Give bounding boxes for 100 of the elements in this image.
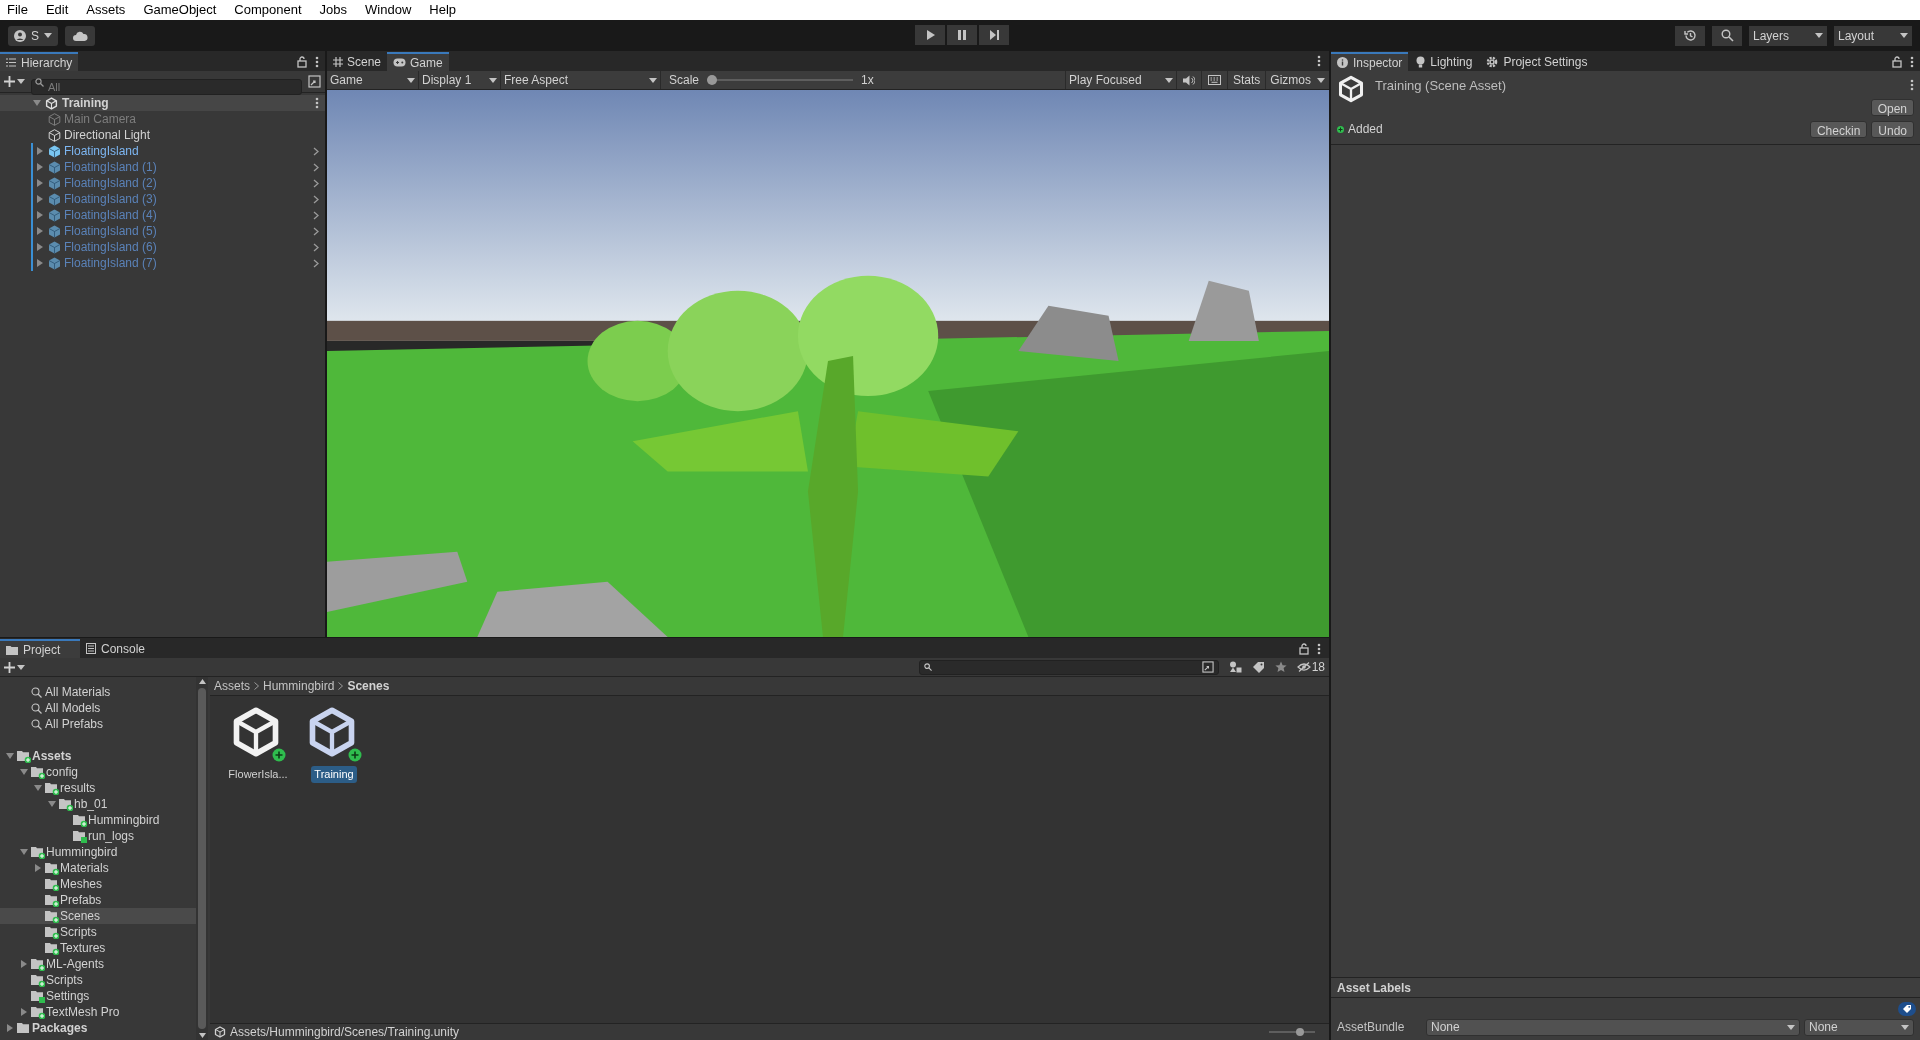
history-button[interactable] [1675,25,1705,46]
search-field[interactable] [918,659,1219,675]
favorite-search-item[interactable]: All Models [0,700,196,716]
project-folder-item[interactable]: Scripts [0,924,196,940]
dropdown-caret-icon [1901,1024,1909,1030]
star-icon[interactable] [1274,661,1287,673]
pause-button[interactable] [947,25,977,45]
project-folder-item[interactable]: Meshes [0,876,196,892]
vcs-button[interactable]: Checkin [1809,120,1868,138]
favorite-search-item[interactable]: All Materials [0,684,196,700]
expand-arrow-icon[interactable] [20,960,28,968]
menu-item[interactable]: File [7,0,28,20]
favorite-search-item[interactable]: All Prefabs [0,716,196,732]
breadcrumb-link[interactable]: Hummingbird [263,677,335,695]
open-button[interactable]: Open [1870,99,1914,116]
hidden-packages-toggle[interactable]: 18 [1296,658,1325,676]
more-options-icon[interactable] [1910,79,1914,91]
scene-search-icon[interactable] [1201,661,1214,673]
project-folder-item[interactable]: hb_01 [0,796,196,812]
aspect-dropdown[interactable]: Free Aspect [501,71,661,89]
project-folder-item[interactable]: run_logs [0,828,196,844]
lock-icon[interactable] [297,55,307,68]
project-folder-item[interactable]: ML-Agents [0,956,196,972]
breadcrumb-link[interactable]: Assets [214,677,250,695]
asset-name[interactable]: FlowerIsla... [225,766,291,783]
search-button[interactable] [1712,25,1742,46]
collapse-arrow-icon[interactable] [33,99,41,107]
project-folder-item[interactable]: Scripts [0,972,196,988]
menu-item[interactable]: Help [429,0,457,20]
scene-search-icon[interactable] [308,75,321,88]
project-folder-item[interactable]: config [0,764,196,780]
expand-arrow-icon[interactable] [34,864,42,872]
thumbnail-size-slider[interactable] [1269,1028,1315,1036]
project-folder-item[interactable]: results [0,780,196,796]
menu-item[interactable]: Component [234,0,302,20]
panel-tab[interactable]: Project [0,639,80,658]
asset-bundle-dropdown[interactable]: None [1426,1018,1800,1036]
slider-thumb[interactable] [1295,1028,1304,1036]
scroll-down-icon[interactable] [198,1033,206,1038]
added-badge-icon [272,748,286,762]
menu-item[interactable]: Assets [86,0,126,20]
scale-slider[interactable] [707,75,854,85]
label-tag-button[interactable] [1898,1002,1916,1016]
step-button[interactable] [979,25,1009,45]
vcs-button[interactable]: Undo [1871,120,1914,138]
view-target-dropdown[interactable]: Game [327,71,419,89]
hierarchy-tab[interactable]: Hierarchy [0,52,79,71]
asset-name[interactable]: Training [311,766,357,783]
menu-item[interactable]: Window [365,0,412,20]
breadcrumb-link[interactable]: Scenes [347,677,390,695]
layout-dropdown[interactable]: Layout [1834,25,1912,46]
slider-thumb[interactable] [707,75,718,85]
lock-icon[interactable] [1299,642,1309,655]
project-folder-item[interactable]: Assets [0,748,196,764]
tag-icon[interactable] [1251,661,1265,673]
inspector-tab[interactable]: Inspector [1331,52,1409,71]
menu-item[interactable]: Edit [45,0,69,20]
cloud-icon [72,30,88,41]
play-mode-dropdown[interactable]: Play Focused [1064,71,1177,89]
folder-icon [45,877,59,891]
hierarchy-item[interactable]: Directional Light [0,127,325,143]
collapse-arrow-icon[interactable] [20,848,28,856]
lock-icon[interactable] [1892,55,1902,68]
more-options-icon[interactable] [315,55,319,68]
menu-item[interactable]: GameObject [143,0,217,20]
add-button[interactable] [4,661,25,673]
search-icon [31,718,42,730]
play-button[interactable] [915,25,945,45]
more-options-icon[interactable] [1317,642,1321,655]
project-folder-item[interactable]: Settings [0,988,196,1004]
project-folder-item[interactable]: TextMesh Pro [0,1004,196,1020]
filter-by-type-icon[interactable] [1228,661,1242,673]
account-button[interactable]: S [8,25,58,46]
view-tab[interactable]: Game [387,52,449,71]
scroll-up-icon[interactable] [198,679,206,684]
more-options-icon[interactable] [1317,55,1321,67]
menu-item[interactable]: Jobs [319,0,348,20]
asset-bundle-variant-dropdown[interactable]: None [1804,1018,1914,1036]
project-folder-item[interactable]: Hummingbird [0,812,196,828]
project-folder-item[interactable]: Materials [0,860,196,876]
project-folder-item[interactable]: Scenes [0,908,196,924]
layers-dropdown[interactable]: Layers [1749,25,1827,46]
stats-button[interactable]: Stats [1227,71,1267,89]
hierarchy-item[interactable]: FloatingIsland [0,143,325,159]
gizmos-dropdown[interactable]: Gizmos [1266,71,1329,89]
project-folder-item[interactable]: Hummingbird [0,844,196,860]
add-button[interactable] [4,76,25,87]
project-folder-item[interactable]: Prefabs [0,892,196,908]
more-options-icon[interactable] [1910,55,1914,68]
project-folder-item[interactable]: Textures [0,940,196,956]
display-dropdown[interactable]: Display 1 [419,71,501,89]
search-field[interactable]: All [31,78,302,95]
scene-header-row[interactable]: Training [0,95,325,111]
cloud-button[interactable] [65,25,95,46]
project-folder-item[interactable]: Packages [0,1020,196,1036]
scrollbar-thumb[interactable] [198,688,206,1029]
more-options-icon[interactable] [315,97,319,109]
keyboard-icon [1207,75,1221,85]
folder-icon [31,973,45,987]
field-label: AssetBundle [1337,1019,1406,1036]
